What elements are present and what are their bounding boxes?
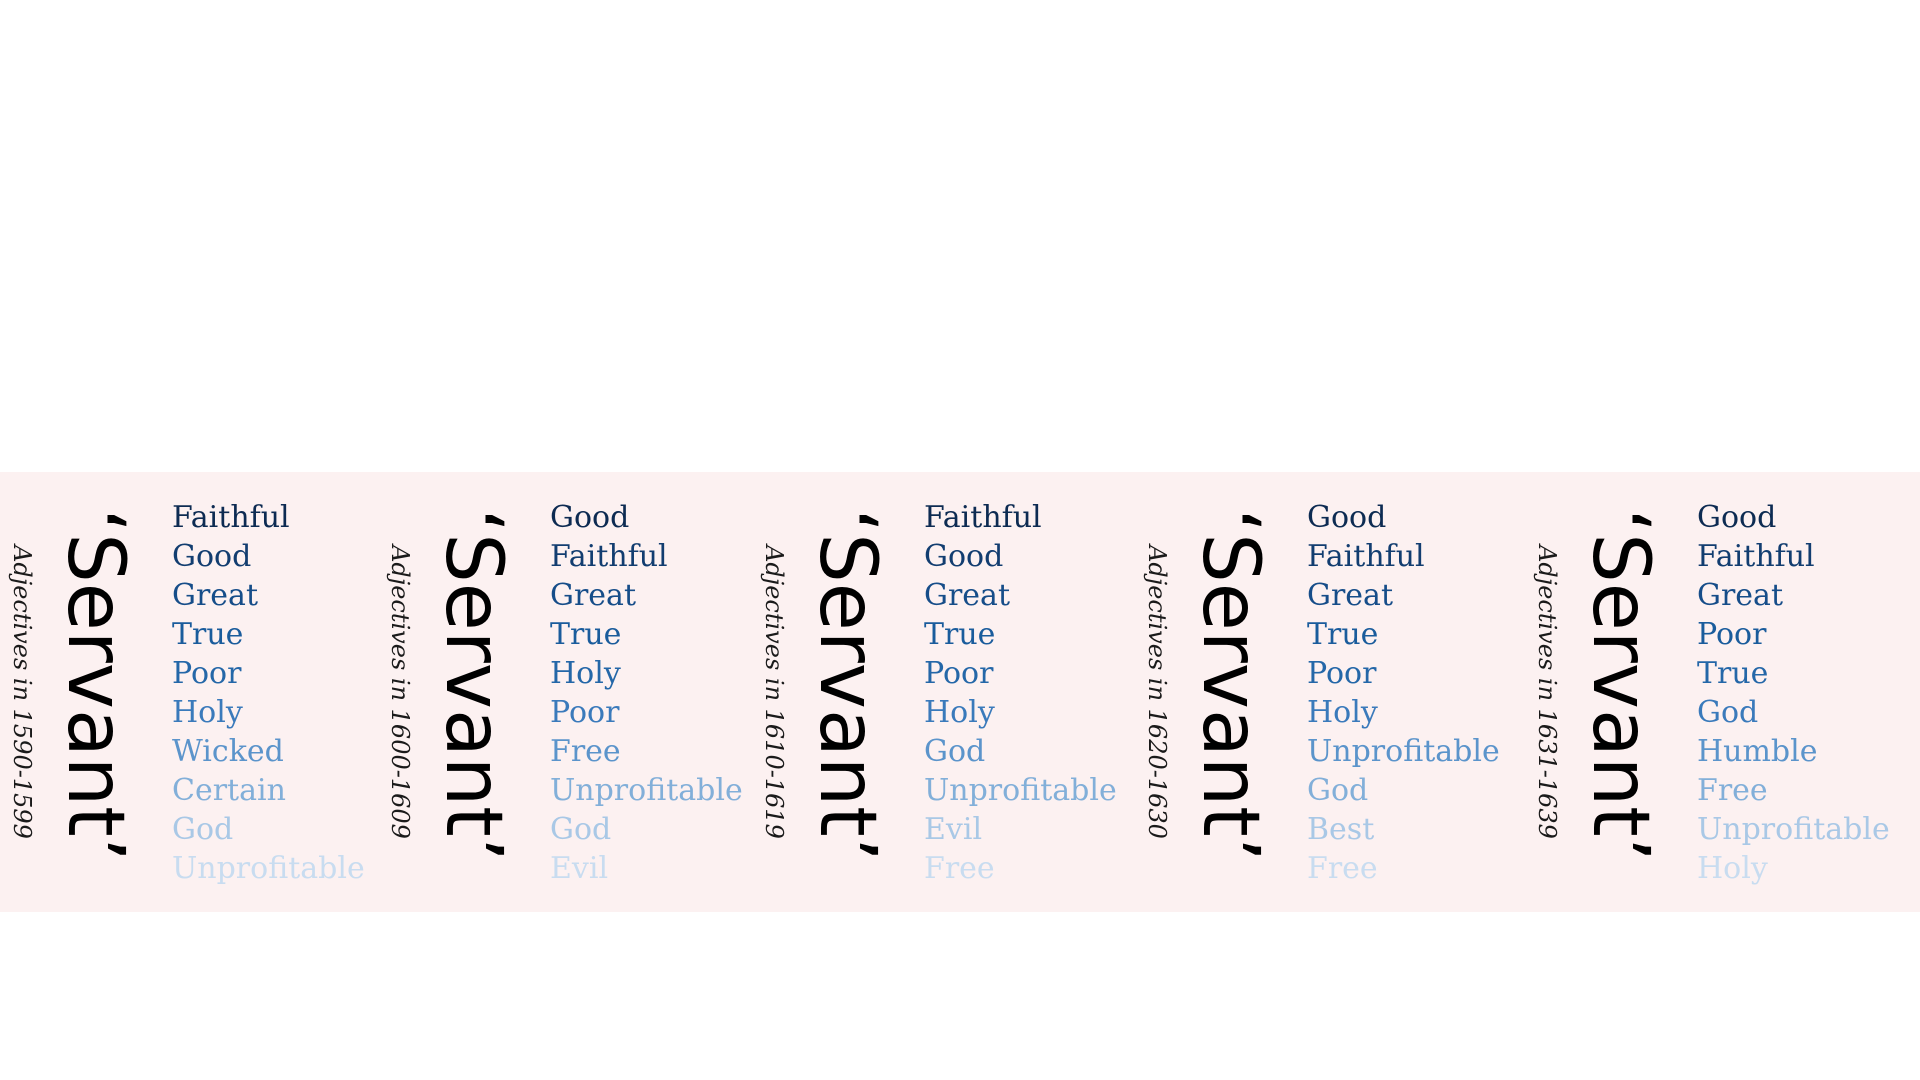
adjective-rank-10: Free bbox=[1307, 851, 1378, 886]
adjective-rank-3: Great bbox=[1697, 578, 1784, 613]
adjective-rank-1: Good bbox=[550, 500, 630, 535]
keyword-servant: ‘Servant’ bbox=[1185, 508, 1275, 862]
adjective-rank-9: God bbox=[172, 812, 234, 847]
adjective-rank-2: Faithful bbox=[1307, 539, 1425, 574]
adjective-rank-3: Great bbox=[1307, 578, 1394, 613]
adjective-list: Good Faithful Great True Poor Holy Unprofitabl… bbox=[1307, 498, 1500, 888]
adjective-list: Faithful Good Great True Poor Holy God Unprofit… bbox=[924, 498, 1117, 888]
adjective-rank-10: Unprofitable bbox=[172, 851, 365, 886]
adjective-rank-8: Certain bbox=[172, 773, 286, 808]
adjective-rank-1: Faithful bbox=[924, 500, 1042, 535]
adjective-rank-7: Unprofitable bbox=[1307, 734, 1500, 769]
adjective-rank-5: True bbox=[1697, 656, 1769, 691]
adjective-rank-5: Poor bbox=[1307, 656, 1377, 691]
adjective-rank-5: Poor bbox=[172, 656, 242, 691]
adjective-rank-9: God bbox=[550, 812, 612, 847]
adjective-rank-2: Good bbox=[924, 539, 1004, 574]
adjective-rank-10: Holy bbox=[1697, 851, 1768, 886]
adjective-rank-5: Poor bbox=[924, 656, 994, 691]
adjective-rank-6: God bbox=[1697, 695, 1759, 730]
keyword-servant: ‘Servant’ bbox=[428, 508, 518, 862]
keyword-servant: ‘Servant’ bbox=[50, 508, 140, 862]
adjective-rank-9: Best bbox=[1307, 812, 1375, 847]
adjective-rank-7: God bbox=[924, 734, 986, 769]
period-label: Adjectives in 1600-1609 bbox=[386, 545, 414, 839]
period-label: Adjectives in 1631-1639 bbox=[1533, 545, 1561, 839]
adjective-rank-4: Poor bbox=[1697, 617, 1767, 652]
adjective-rank-6: Holy bbox=[172, 695, 243, 730]
adjective-rank-2: Faithful bbox=[550, 539, 668, 574]
adjective-rank-8: Unprofitable bbox=[550, 773, 743, 808]
adjective-rank-8: God bbox=[1307, 773, 1369, 808]
adjective-rank-1: Good bbox=[1697, 500, 1777, 535]
keyword-servant: ‘Servant’ bbox=[802, 508, 892, 862]
adjective-rank-6: Holy bbox=[1307, 695, 1378, 730]
adjective-rank-7: Wicked bbox=[172, 734, 284, 769]
adjective-rank-1: Good bbox=[1307, 500, 1387, 535]
adjective-rank-7: Humble bbox=[1697, 734, 1818, 769]
adjective-rank-9: Evil bbox=[924, 812, 983, 847]
adjective-rank-1: Faithful bbox=[172, 500, 290, 535]
adjective-rank-8: Free bbox=[1697, 773, 1768, 808]
adjective-rank-4: True bbox=[1307, 617, 1379, 652]
adjective-rank-3: Great bbox=[924, 578, 1011, 613]
adjective-rank-6: Holy bbox=[924, 695, 995, 730]
adjective-rank-6: Poor bbox=[550, 695, 620, 730]
adjective-rank-4: True bbox=[550, 617, 622, 652]
adjective-rank-8: Unprofitable bbox=[924, 773, 1117, 808]
adjective-rank-4: True bbox=[924, 617, 996, 652]
period-label: Adjectives in 1590-1599 bbox=[8, 545, 36, 839]
adjective-rank-10: Evil bbox=[550, 851, 609, 886]
adjective-list: Good Faithful Great True Holy Poor Free Unprofi… bbox=[550, 498, 743, 888]
adjective-rank-10: Free bbox=[924, 851, 995, 886]
adjective-rank-2: Good bbox=[172, 539, 252, 574]
period-label: Adjectives in 1620-1630 bbox=[1143, 545, 1171, 839]
adjective-rank-7: Free bbox=[550, 734, 621, 769]
adjective-rank-5: Holy bbox=[550, 656, 621, 691]
keyword-servant: ‘Servant’ bbox=[1575, 508, 1665, 862]
adjective-rank-9: Unprofitable bbox=[1697, 812, 1890, 847]
adjective-rank-3: Great bbox=[550, 578, 637, 613]
period-label: Adjectives in 1610-1619 bbox=[760, 545, 788, 839]
adjective-rank-4: True bbox=[172, 617, 244, 652]
adjective-rank-2: Faithful bbox=[1697, 539, 1815, 574]
adjective-rankings-band: Adjectives in 1590-1599 ‘Servant’ Faithf… bbox=[0, 472, 1920, 912]
adjective-list: Good Faithful Great Poor True God Humble Free Un… bbox=[1697, 498, 1890, 888]
adjective-rank-3: Great bbox=[172, 578, 259, 613]
adjective-list: Faithful Good Great True Poor Holy Wicked Certa… bbox=[172, 498, 365, 888]
